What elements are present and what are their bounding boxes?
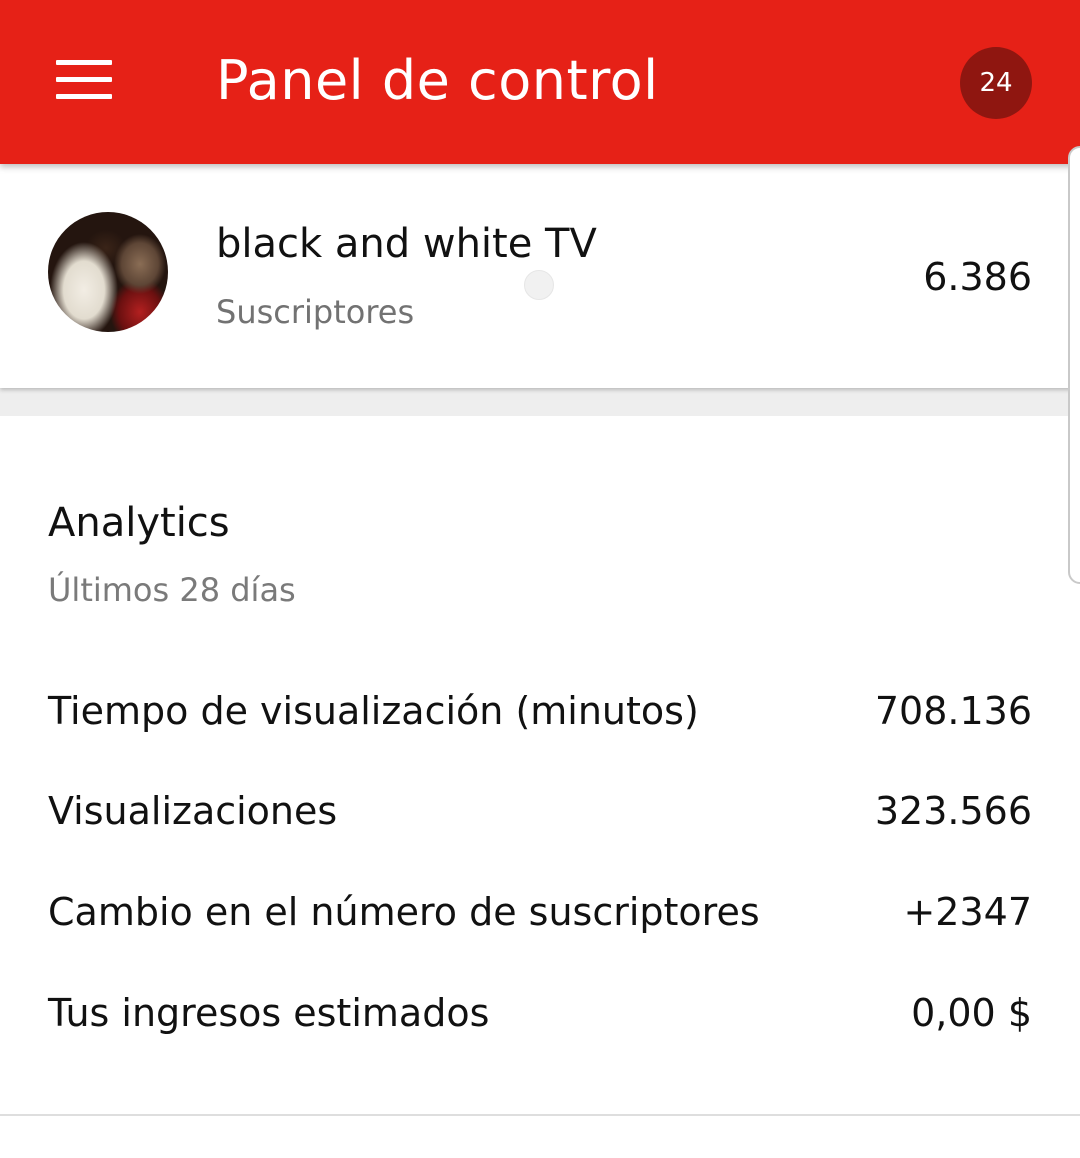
section-divider (0, 388, 1080, 416)
channel-name: black and white TV (216, 221, 597, 267)
metric-value: +2347 (903, 890, 1032, 934)
channel-avatar[interactable] (48, 212, 168, 332)
edge-panel-handle[interactable] (1068, 146, 1080, 584)
metric-label: Cambio en el número de suscriptores (48, 890, 760, 934)
metric-row-subscriber-change[interactable]: Cambio en el número de suscriptores +234… (0, 877, 1080, 947)
metric-value: 0,00 $ (911, 991, 1032, 1035)
metric-value: 708.136 (874, 689, 1032, 733)
analytics-title: Analytics (48, 500, 230, 546)
subscribers-count: 6.386 (923, 255, 1032, 299)
app-bar: Panel de control 24 (0, 0, 1080, 164)
dashboard-screen: Panel de control 24 black and white TV S… (0, 0, 1080, 1158)
menu-line (56, 60, 112, 65)
analytics-card[interactable]: Analytics Últimos 28 días Tiempo de visu… (0, 416, 1080, 1116)
metric-label: Tiempo de visualización (minutos) (48, 689, 699, 733)
notification-badge[interactable]: 24 (960, 47, 1032, 119)
metric-value: 323.566 (874, 789, 1032, 833)
subscribers-label: Suscriptores (216, 293, 415, 331)
metric-row-estimated-revenue[interactable]: Tus ingresos estimados 0,00 $ (0, 978, 1080, 1048)
metric-label: Visualizaciones (48, 789, 338, 833)
page-title: Panel de control (216, 49, 659, 112)
menu-line (56, 77, 112, 82)
metric-row-views[interactable]: Visualizaciones 323.566 (0, 776, 1080, 846)
metric-label: Tus ingresos estimados (48, 991, 490, 1035)
analytics-period: Últimos 28 días (48, 571, 296, 609)
metric-row-watch-time[interactable]: Tiempo de visualización (minutos) 708.13… (0, 676, 1080, 746)
touch-indicator (524, 270, 554, 300)
hamburger-menu-icon[interactable] (44, 44, 124, 116)
channel-card[interactable]: black and white TV Suscriptores 6.386 (0, 164, 1080, 388)
menu-line (56, 94, 112, 99)
